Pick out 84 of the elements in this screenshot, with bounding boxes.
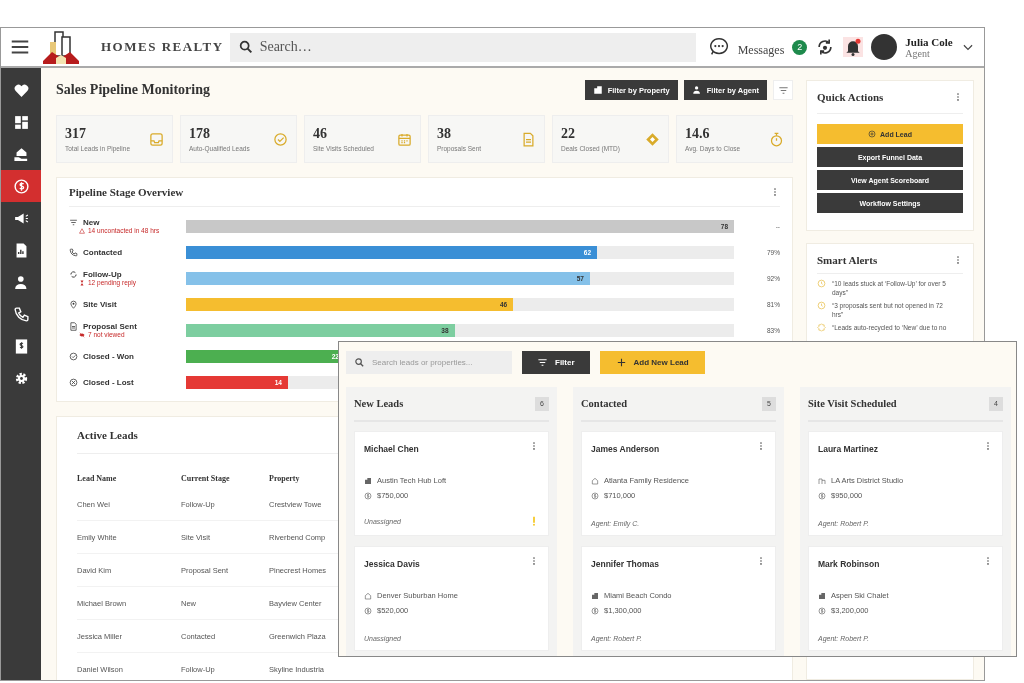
stat-value: 22 [561, 126, 576, 142]
badge-icon [817, 323, 826, 332]
brand-name: HOMES REALTY [101, 39, 224, 55]
plus-circle-icon [868, 130, 877, 138]
column-title: Site Visit Scheduled [808, 398, 897, 409]
add-lead-button[interactable]: Add New Lead [599, 351, 705, 374]
stage-label: Closed - Lost [83, 377, 134, 387]
filter-button[interactable]: Filter [522, 351, 590, 374]
column-header: Current Stage [181, 473, 230, 483]
notification-icon[interactable] [843, 37, 864, 57]
stage-label: New [83, 218, 100, 227]
dashboard-icon[interactable] [12, 113, 30, 131]
location-pin-icon [69, 299, 78, 309]
clock-icon [817, 301, 826, 310]
document-icon [69, 322, 78, 331]
inbox-icon [149, 131, 164, 147]
lead-name: Laura Martinez [818, 444, 878, 454]
column-title: New Leads [354, 398, 404, 409]
column-title: Contacted [581, 398, 628, 409]
dollar-icon [591, 491, 599, 500]
dollar-icon [364, 606, 372, 615]
sidebar-item[interactable] [1, 170, 41, 202]
filter-icon [537, 357, 548, 368]
avatar[interactable] [871, 34, 898, 60]
plus-icon [615, 357, 627, 368]
refresh-icon [69, 270, 78, 279]
dollar-icon [591, 606, 599, 615]
search-field[interactable]: Search leads or properties... [346, 351, 512, 374]
stage-label: Site Visit [83, 299, 117, 309]
stage-label: Proposal Sent [83, 322, 137, 331]
house-icon [364, 591, 372, 600]
card-title: Quick Actions [817, 91, 884, 103]
dollar-icon [364, 491, 372, 500]
stage-label: Closed - Won [83, 351, 134, 361]
x-circle-icon [69, 377, 78, 387]
dollar-icon [818, 606, 826, 615]
stat-value: 178 [189, 126, 211, 142]
check-circle-icon [273, 131, 288, 147]
calendar-icon [397, 131, 412, 147]
check-circle-icon [69, 351, 78, 361]
tag-icon [645, 131, 660, 147]
building-icon [592, 85, 603, 95]
house-in-hand-icon[interactable] [12, 145, 30, 163]
lead-name: Michael Chen [364, 444, 419, 454]
stage-label: Follow-Up [83, 270, 122, 279]
messages-link[interactable]: Messages [737, 42, 785, 58]
warning-icon [79, 227, 85, 234]
column-header: Lead Name [77, 473, 117, 483]
lead-name: Jessica Davis [364, 559, 420, 569]
dollar-icon[interactable] [12, 177, 30, 195]
lead-name: James Anderson [591, 444, 660, 454]
lead-name: Mark Robinson [818, 559, 880, 569]
card-title: Active Leads [77, 429, 138, 441]
phone-icon[interactable] [12, 305, 30, 323]
search-icon[interactable] [237, 38, 254, 55]
message-count: 2 [792, 39, 808, 55]
stat-value: 317 [65, 126, 87, 142]
clock-icon [817, 279, 826, 288]
page-title: Sales Pipeline Monitoring [56, 82, 211, 98]
user-role: Agent [905, 47, 931, 59]
stopwatch-icon [769, 131, 784, 147]
filter-icon [777, 84, 789, 96]
stage-label: Contacted [83, 247, 123, 257]
stat-value: 38 [437, 126, 452, 142]
stat-value: 14.6 [685, 126, 711, 142]
hourglass-icon [79, 279, 85, 286]
user-name: Julia Cole [905, 35, 953, 48]
card-title: Smart Alerts [817, 254, 878, 266]
building-icon [591, 591, 599, 600]
search-field[interactable]: Search… [229, 32, 696, 62]
building-icon [818, 591, 826, 600]
dollar-icon [818, 491, 826, 500]
column-header: Property [269, 473, 300, 483]
document-icon [521, 131, 536, 147]
search-icon [354, 357, 365, 368]
building-icon [364, 476, 372, 485]
filter-icon [69, 218, 78, 227]
house-icon [591, 476, 599, 485]
card-title: Pipeline Stage Overview [69, 186, 184, 198]
person-icon [691, 85, 702, 95]
phone-icon [69, 247, 78, 257]
filter-icon-button[interactable] [773, 80, 793, 100]
stat-value: 46 [313, 126, 328, 142]
lead-name: Jennifer Thomas [591, 559, 660, 569]
